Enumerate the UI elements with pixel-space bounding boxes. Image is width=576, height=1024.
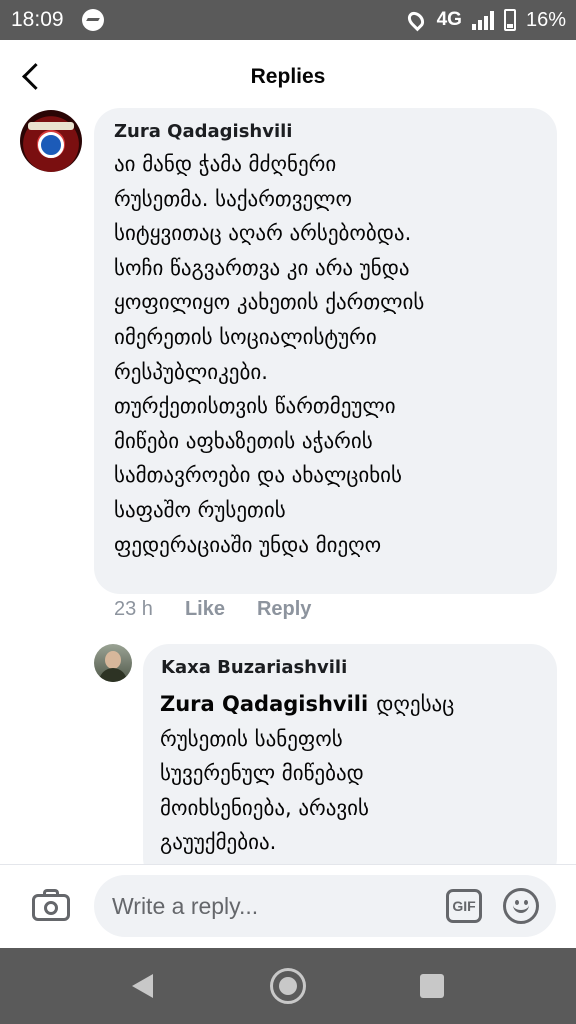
- avatar-badge: [38, 132, 64, 158]
- reply-button[interactable]: Reply: [257, 598, 311, 621]
- comment-line: სოჩი წაგვართვა კი არა უნდა: [114, 255, 410, 280]
- comment-line: იმერეთის სოციალისტური: [114, 324, 377, 349]
- messenger-icon: [82, 9, 104, 31]
- home-circle-icon[interactable]: [270, 968, 306, 1004]
- recents-square-icon[interactable]: [420, 974, 444, 998]
- back-triangle-icon[interactable]: [132, 974, 153, 998]
- camera-lens: [44, 901, 58, 915]
- battery-icon: [503, 9, 516, 31]
- reply-composer: Write a reply... GIF: [0, 864, 576, 948]
- comment-line: ფედერაციაში უნდა მიეღო: [114, 532, 382, 557]
- emoji-mouth: [513, 904, 529, 913]
- comment-line: რუსეთმა. საქართველო: [114, 186, 353, 211]
- battery-percent: 16%: [525, 8, 566, 31]
- comment-text: აი მანდ ჭამა მძღნერი რუსეთმა. საქართველო…: [114, 147, 544, 562]
- status-indicators: 4G 16%: [404, 6, 566, 34]
- page-title: Replies: [250, 65, 326, 88]
- comment-actions: 23 h Like Reply: [114, 598, 311, 621]
- signal-icon: [471, 10, 494, 30]
- emoji-icon[interactable]: [503, 888, 539, 924]
- comment-line: საფაშო რუსეთის: [114, 497, 286, 522]
- like-button[interactable]: Like: [185, 598, 225, 621]
- mention-link[interactable]: Zura Qadagishvili: [160, 692, 368, 716]
- system-nav-bar: [0, 948, 576, 1024]
- comment-author[interactable]: Zura Qadagishvili: [114, 121, 292, 142]
- comment-line: მიწები აფხაზეთის აჭარის: [114, 428, 373, 453]
- avatar-ribbon: [28, 122, 74, 130]
- avatar[interactable]: [94, 644, 132, 682]
- comment-line: რესპუბლიკები.: [114, 359, 268, 384]
- camera-icon[interactable]: [32, 889, 70, 921]
- status-bar: 18:09 4G 16%: [0, 0, 576, 40]
- comment-text: Zura Qadagishvili დღესაც რუსეთის სანეფოს …: [160, 687, 550, 860]
- comment-line: Zura Qadagishvili დღესაც: [160, 687, 550, 722]
- comment-line: გაუუქმებია.: [160, 830, 277, 855]
- comment-line: სიტყვითაც აღარ არსებობდა.: [114, 221, 412, 246]
- gif-icon[interactable]: GIF: [446, 889, 482, 923]
- location-icon: [404, 8, 427, 32]
- header: Replies: [0, 40, 576, 114]
- comment-line-text: დღესაც: [376, 692, 455, 716]
- comment-timestamp: 23 h: [114, 598, 153, 620]
- comment-line: აი მანდ ჭამა მძღნერი: [114, 152, 337, 176]
- avatar[interactable]: [20, 110, 82, 172]
- comment-author[interactable]: Kaxa Buzariashvili: [161, 657, 347, 678]
- network-label: 4G: [436, 9, 462, 30]
- comment-line: სამთავროები და ახალციხის: [114, 463, 403, 488]
- comment-bubble[interactable]: Zura Qadagishvili აი მანდ ჭამა მძღნერი რ…: [94, 108, 557, 594]
- comment-line: მოიხსენიება, არავის: [160, 795, 369, 820]
- reply-placeholder: Write a reply...: [112, 893, 259, 919]
- reply-input[interactable]: Write a reply... GIF: [94, 875, 556, 937]
- avatar-head: [105, 651, 121, 669]
- avatar-body: [99, 668, 127, 682]
- status-time: 18:09: [11, 8, 64, 31]
- comment-line: ყოფილიყო კახეთის ქართლის: [114, 290, 425, 315]
- comment-line: სუვერენულ მიწებად: [160, 761, 364, 786]
- comment-line: თურქეთისთვის წართმეული: [114, 394, 396, 419]
- reply-bubble[interactable]: Kaxa Buzariashvili Zura Qadagishvili დღეს…: [143, 644, 557, 884]
- comment-line: რუსეთის სანეფოს: [160, 726, 343, 751]
